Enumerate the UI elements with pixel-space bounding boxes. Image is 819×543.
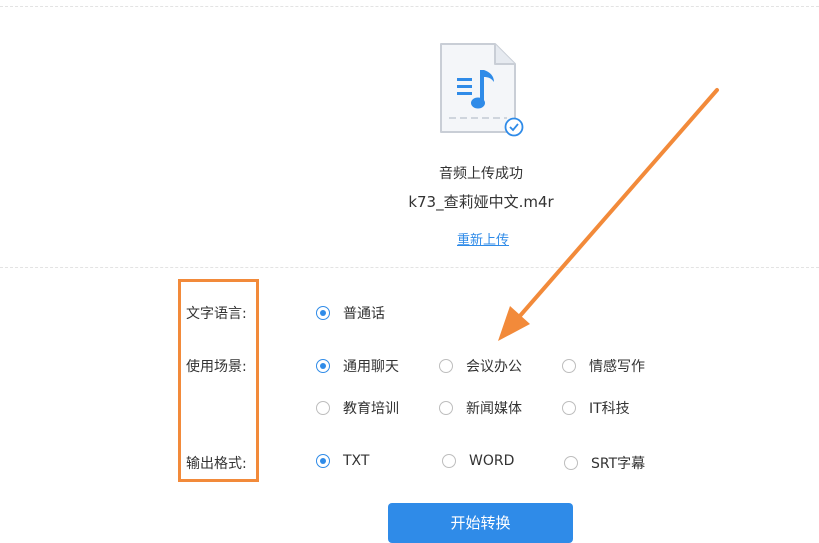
option-label: 教育培训 (343, 401, 399, 417)
music-file-icon (440, 43, 524, 137)
option-label: 通用聊天 (343, 359, 399, 375)
radio-icon (439, 359, 453, 373)
start-convert-button[interactable]: 开始转换 (388, 503, 573, 543)
option-label: 会议办公 (466, 359, 522, 375)
scene-option-chat[interactable]: 通用聊天 (316, 356, 399, 376)
radio-icon (564, 456, 578, 470)
option-label: 情感写作 (589, 359, 645, 375)
radio-icon (316, 454, 330, 468)
format-option-srt[interactable]: SRT字幕 (564, 453, 645, 473)
language-option-mandarin[interactable]: 普通话 (316, 303, 385, 323)
format-option-word[interactable]: WORD (442, 453, 514, 469)
option-label: 普通话 (343, 306, 385, 322)
option-label: TXT (343, 453, 370, 469)
check-badge-icon (504, 117, 524, 137)
annotation-arrow (498, 88, 719, 341)
option-label: 新闻媒体 (466, 401, 522, 417)
radio-icon (316, 306, 330, 320)
scene-option-writing[interactable]: 情感写作 (562, 356, 645, 376)
scene-label: 使用场景: (186, 359, 247, 375)
reupload-link[interactable]: 重新上传 (457, 229, 509, 248)
radio-icon (316, 401, 330, 415)
file-name: k73_查莉娅中文.m4r (408, 193, 554, 211)
scene-option-news[interactable]: 新闻媒体 (439, 398, 522, 418)
scene-option-education[interactable]: 教育培训 (316, 398, 399, 418)
radio-icon (562, 401, 576, 415)
radio-icon (442, 454, 456, 468)
option-label: SRT字幕 (591, 456, 646, 472)
upload-status-text: 音频上传成功 (439, 166, 523, 182)
radio-icon (316, 359, 330, 373)
top-divider (0, 6, 819, 7)
radio-icon (439, 401, 453, 415)
radio-icon (562, 359, 576, 373)
section-divider (0, 267, 819, 268)
format-label: 输出格式: (186, 456, 247, 472)
format-option-txt[interactable]: TXT (316, 453, 369, 469)
option-label: WORD (469, 453, 515, 469)
option-label: IT科技 (589, 401, 630, 417)
language-label: 文字语言: (186, 306, 247, 322)
scene-option-it[interactable]: IT科技 (562, 398, 630, 418)
scene-option-meeting[interactable]: 会议办公 (439, 356, 522, 376)
